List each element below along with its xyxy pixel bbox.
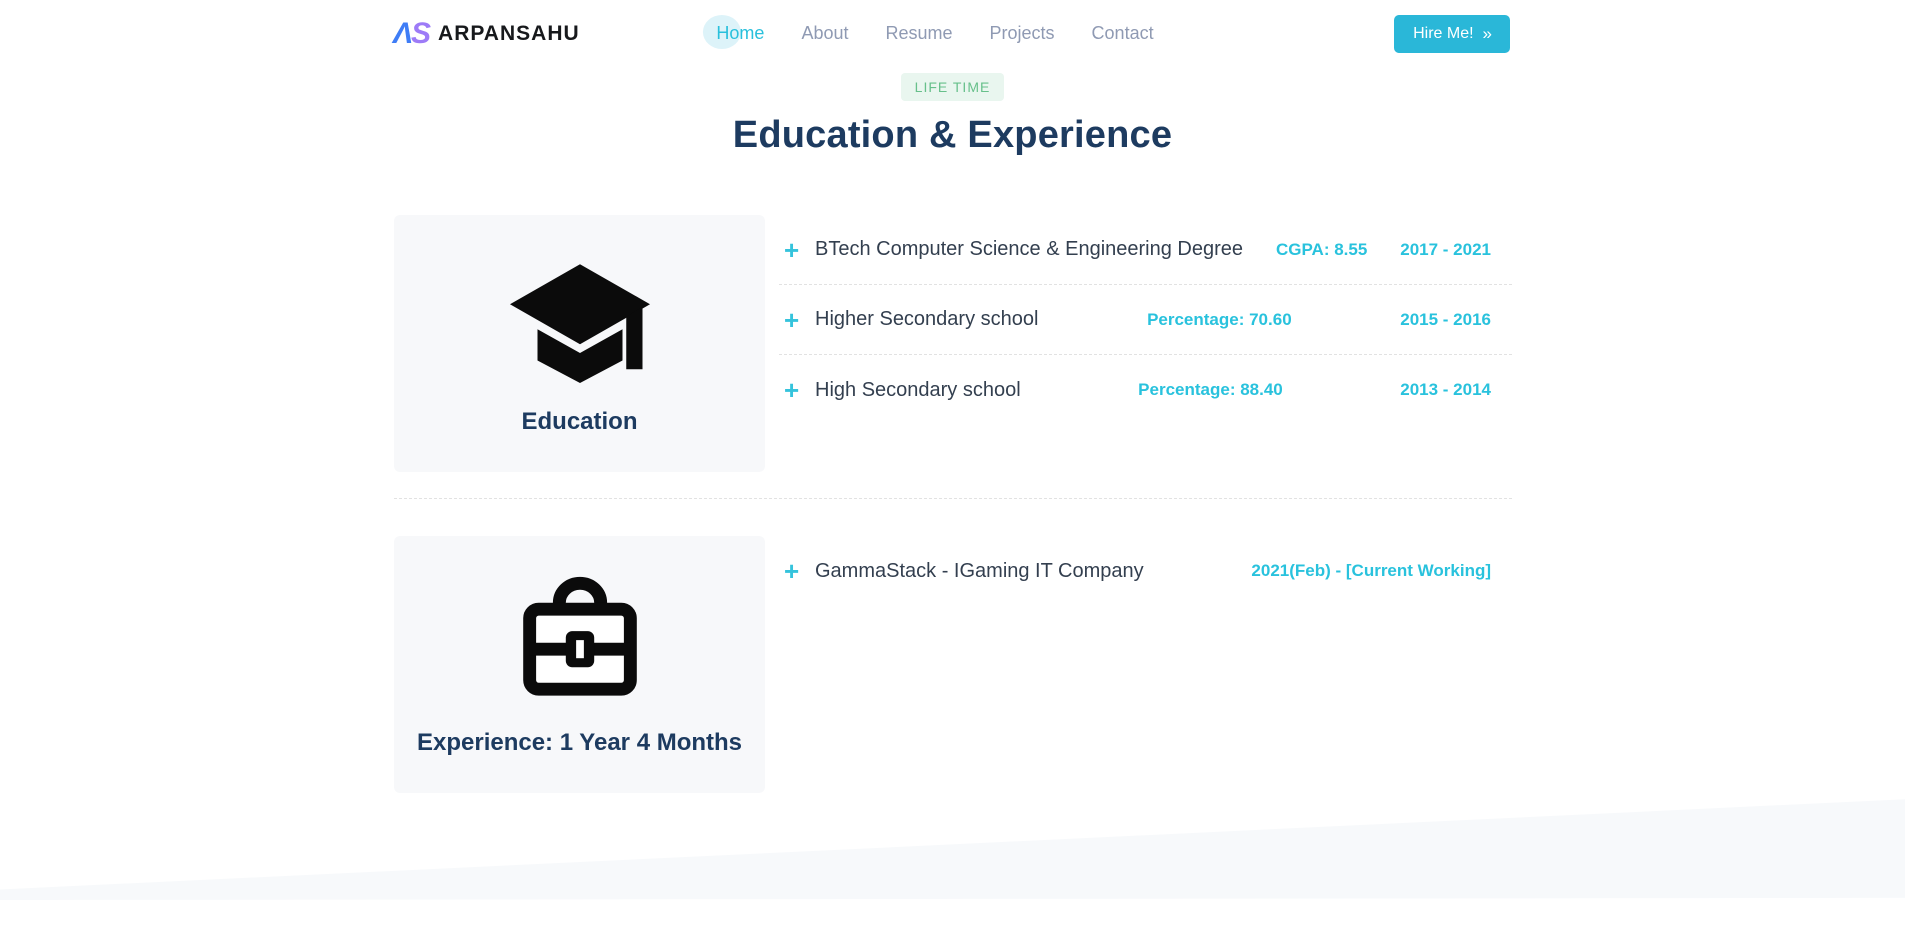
row-years: 2021(Feb) - [Current Working]	[1251, 561, 1491, 581]
page: ΛS ARPANSAHU Home About Resume Projects …	[0, 0, 1905, 948]
nav-item-resume[interactable]: Resume	[885, 23, 952, 44]
nav-item-home[interactable]: Home	[716, 23, 764, 44]
plus-icon: +	[779, 377, 815, 403]
briefcase-icon	[505, 573, 655, 715]
row-years: 2013 - 2014	[1400, 380, 1491, 400]
experience-card-label: Experience: 1 Year 4 Months	[417, 729, 742, 757]
main-nav: Home About Resume Projects Contact	[716, 0, 1153, 67]
experience-rows: + GammaStack - IGaming IT Company 2021(F…	[779, 536, 1512, 793]
education-row[interactable]: + High Secondary school Percentage: 88.4…	[779, 355, 1512, 425]
education-card: Education	[394, 215, 765, 472]
education-row[interactable]: + BTech Computer Science & Engineering D…	[779, 215, 1512, 285]
section-divider	[394, 498, 1512, 499]
bottom-wedge-decoration	[0, 795, 1905, 900]
logo-icon: ΛS	[393, 19, 429, 49]
plus-icon: +	[779, 558, 815, 584]
plus-icon: +	[779, 237, 815, 263]
page-title: Education & Experience	[0, 114, 1905, 157]
section-badge: LIFE TIME	[901, 73, 1005, 101]
experience-card: Experience: 1 Year 4 Months	[394, 536, 765, 793]
row-score: Percentage: 88.40	[1021, 380, 1401, 400]
hire-me-label: Hire Me!	[1413, 25, 1473, 43]
graduation-cap-icon	[505, 252, 655, 394]
row-title: GammaStack - IGaming IT Company	[815, 560, 1144, 583]
education-section: Education + BTech Computer Science & Eng…	[394, 215, 1512, 472]
education-card-label: Education	[521, 408, 637, 436]
hire-me-button[interactable]: Hire Me! »	[1394, 15, 1510, 53]
row-years: 2017 - 2021	[1400, 240, 1491, 260]
nav-item-contact[interactable]: Contact	[1092, 23, 1154, 44]
education-rows: + BTech Computer Science & Engineering D…	[779, 215, 1512, 472]
experience-section: Experience: 1 Year 4 Months + GammaStack…	[394, 536, 1512, 793]
row-title: High Secondary school	[815, 379, 1021, 402]
row-score: Percentage: 70.60	[1038, 310, 1400, 330]
double-chevron-right-icon: »	[1483, 24, 1491, 44]
row-title: BTech Computer Science & Engineering Deg…	[815, 238, 1243, 261]
plus-icon: +	[779, 307, 815, 333]
nav-item-about[interactable]: About	[801, 23, 848, 44]
logo-text: ARPANSAHU	[438, 22, 580, 46]
section-head: LIFE TIME Education & Experience	[0, 67, 1905, 157]
row-title: Higher Secondary school	[815, 308, 1038, 331]
education-experience-container: Education + BTech Computer Science & Eng…	[394, 215, 1512, 793]
education-row[interactable]: + Higher Secondary school Percentage: 70…	[779, 285, 1512, 355]
row-years: 2015 - 2016	[1400, 310, 1491, 330]
row-score: CGPA: 8.55	[1243, 240, 1400, 260]
nav-item-projects[interactable]: Projects	[990, 23, 1055, 44]
logo[interactable]: ΛS ARPANSAHU	[393, 19, 580, 49]
experience-row[interactable]: + GammaStack - IGaming IT Company 2021(F…	[779, 536, 1512, 606]
header: ΛS ARPANSAHU Home About Resume Projects …	[0, 0, 1905, 67]
